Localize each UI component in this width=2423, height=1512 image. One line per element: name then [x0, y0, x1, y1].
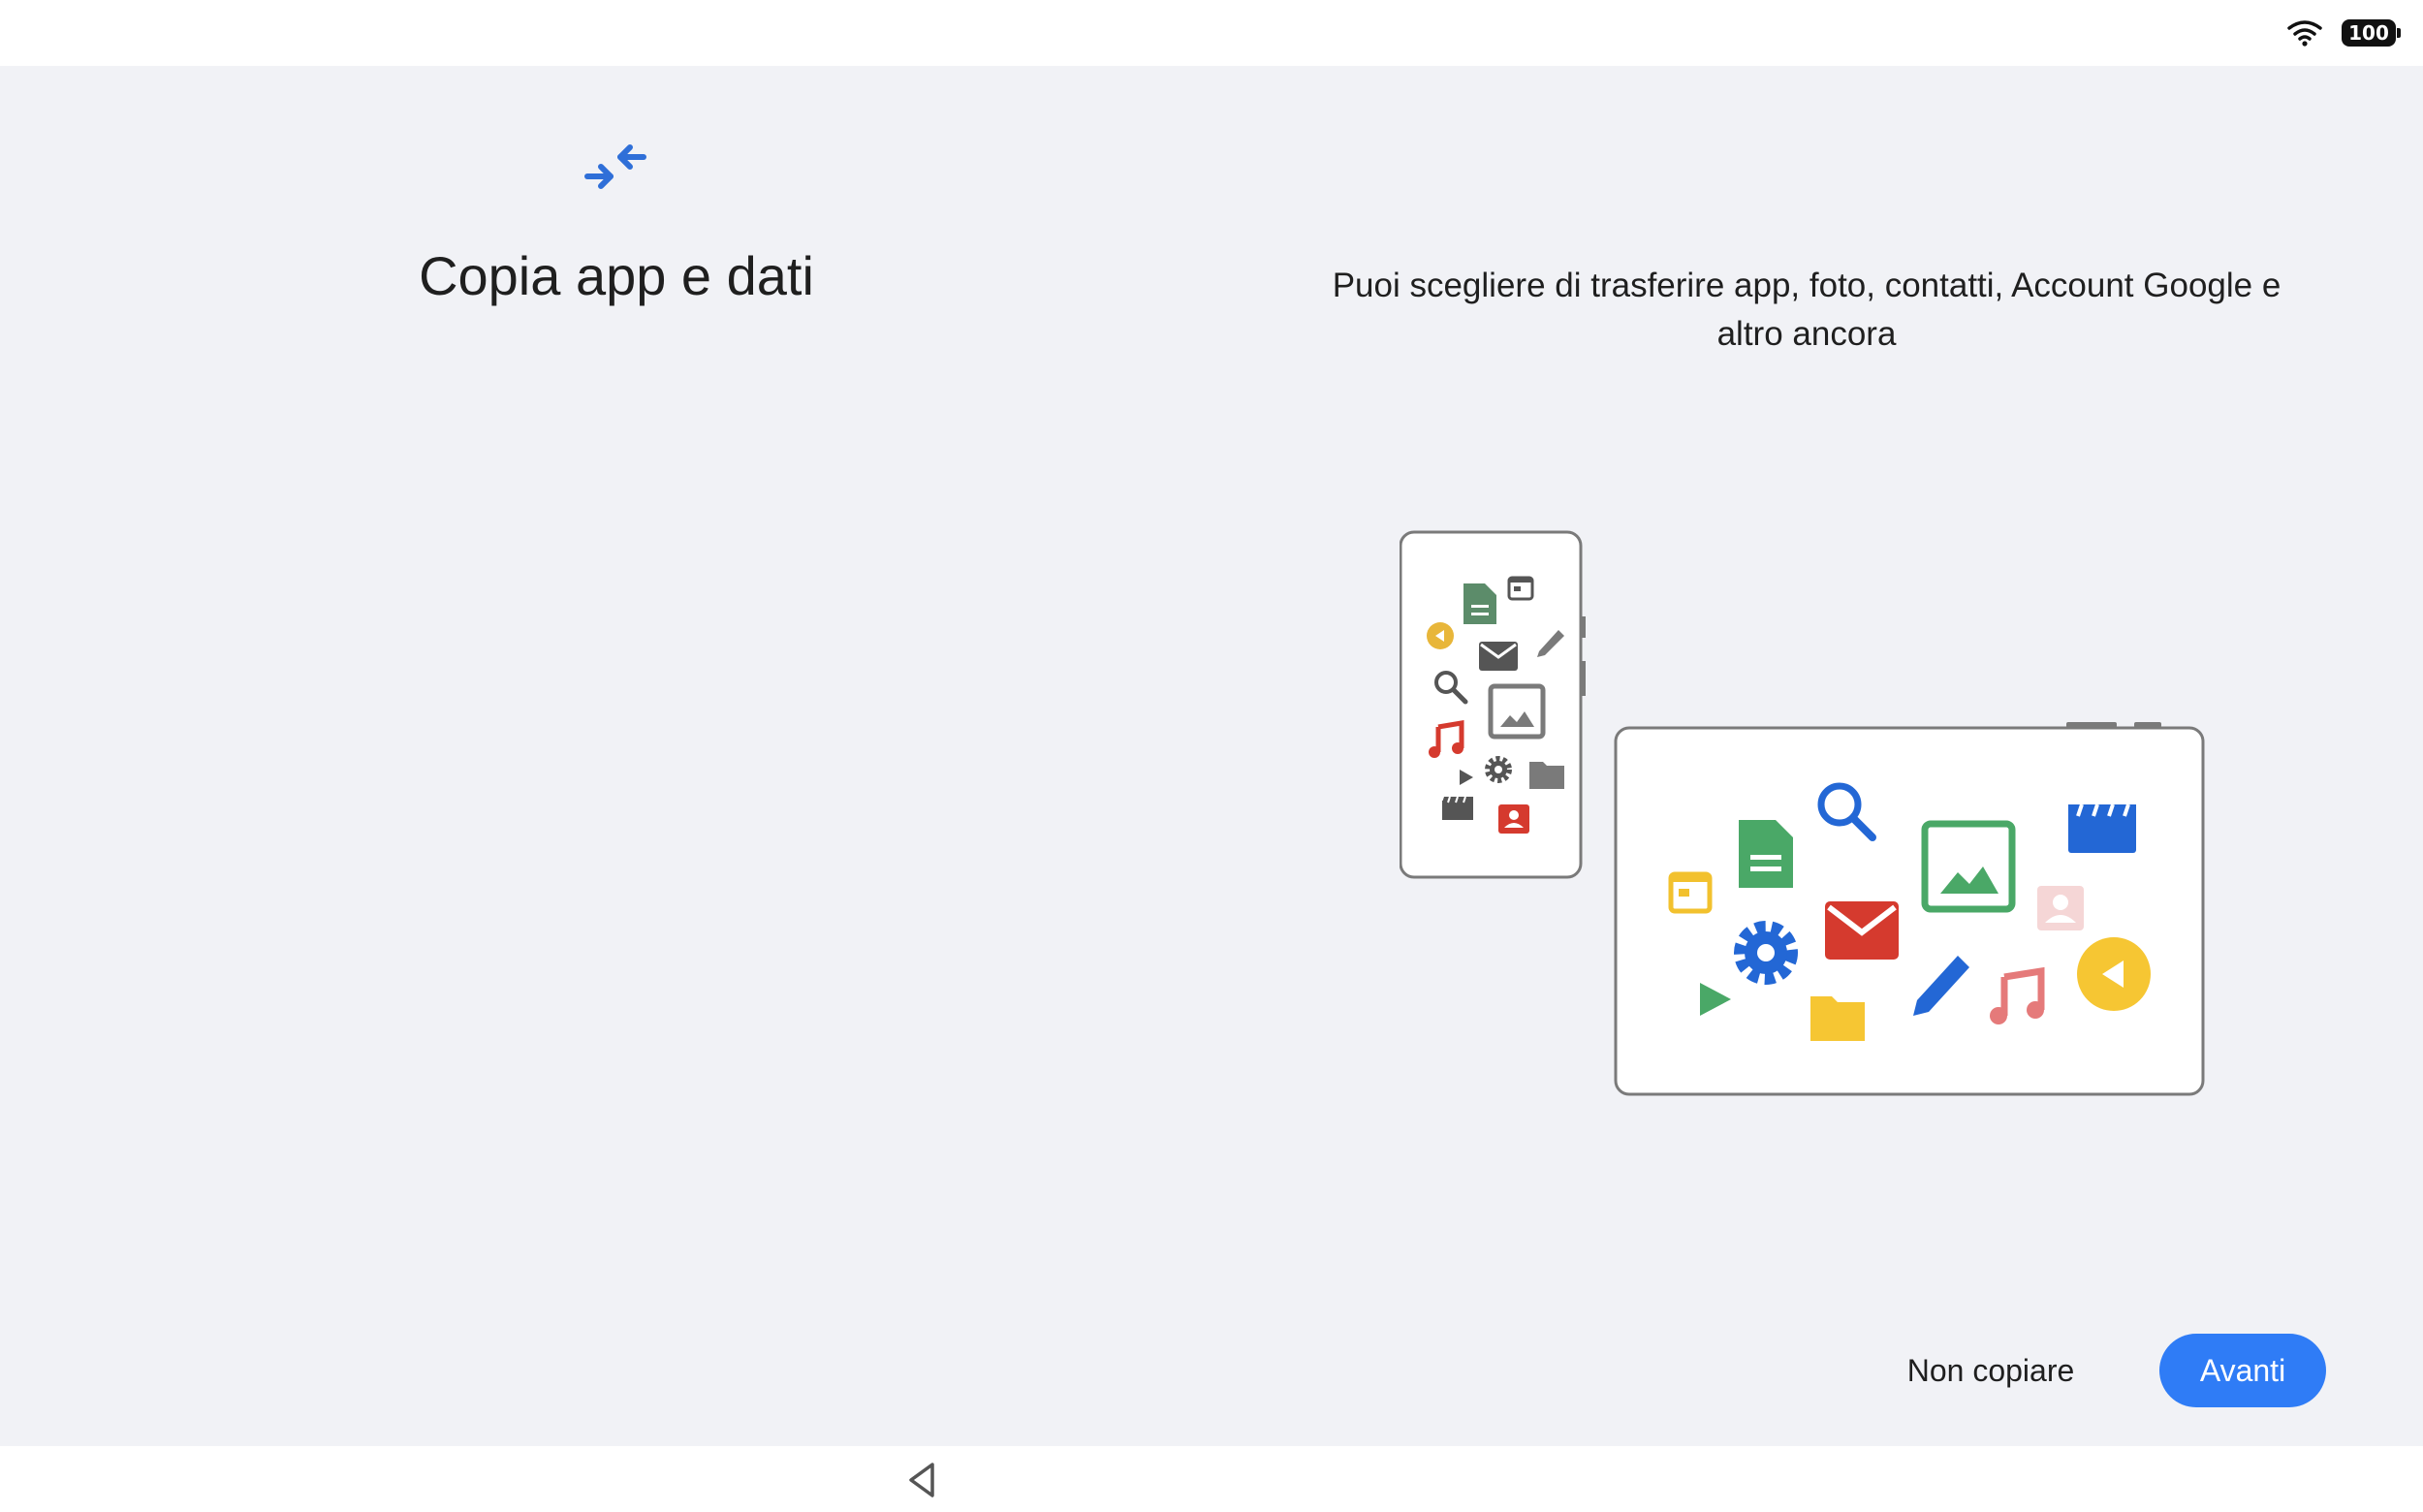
document-icon [1739, 820, 1793, 888]
battery-icon: 100 [2342, 19, 2401, 47]
folder-icon [1529, 762, 1564, 789]
tablet-device [1614, 722, 2205, 1096]
next-button[interactable]: Avanti [2159, 1334, 2326, 1407]
transfer-illustration [1400, 530, 2205, 1096]
clapperboard-icon [1442, 796, 1473, 820]
contact-icon [2037, 886, 2084, 930]
audio-icon [2077, 937, 2151, 1011]
phone-device [1400, 530, 1586, 879]
page-title: Copia app e dati [419, 245, 814, 306]
transfer-arrows-icon [584, 144, 646, 189]
back-icon[interactable] [903, 1460, 944, 1500]
audio-icon [1427, 622, 1454, 649]
wifi-icon [2287, 20, 2322, 47]
mail-icon [1825, 901, 1899, 960]
clapperboard-icon [2068, 803, 2136, 853]
mail-icon [1479, 642, 1518, 671]
contact-icon [1498, 804, 1529, 834]
navigation-bar [0, 1446, 2423, 1512]
status-bar: 100 [0, 0, 2423, 66]
description-text: Puoi scegliere di trasferire app, foto, … [1332, 267, 2281, 353]
skip-copy-button[interactable]: Non copiare [1865, 1334, 2117, 1407]
folder-icon [1810, 996, 1865, 1041]
